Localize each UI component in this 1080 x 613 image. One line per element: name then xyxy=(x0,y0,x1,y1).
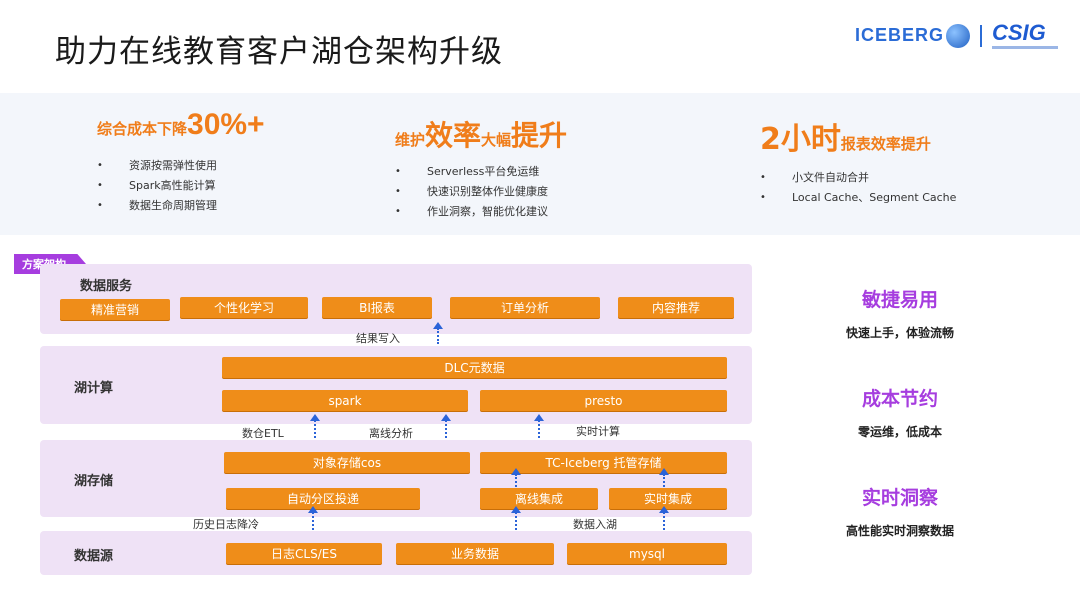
logo-divider xyxy=(980,24,982,47)
iceberg-logo: ICEBERG xyxy=(854,23,970,48)
arrow-up-icon xyxy=(511,468,521,487)
highlight-cost: 综合成本下降30%+ 资源按需弹性使用 Spark高性能计算 数据生命周期管理 xyxy=(97,108,265,216)
service-item: BI报表 xyxy=(322,297,432,318)
slide-title: 助力在线教育客户湖仓架构升级 xyxy=(55,34,503,70)
flow-label-ingest: 数据入湖 xyxy=(573,518,617,531)
list-item: Spark高性能计算 xyxy=(97,176,265,196)
service-item: 精准营销 xyxy=(60,299,170,320)
csig-logo: CSIG xyxy=(992,22,1058,49)
service-item: 订单分析 xyxy=(450,297,600,318)
highlight-efficiency-word-3: 大幅 xyxy=(481,131,512,149)
compute-presto-bar: presto xyxy=(480,390,727,411)
highlight-efficiency-list: Serverless平台免运维 快速识别整体作业健康度 作业洞察，智能优化建议 xyxy=(395,162,567,222)
csig-logo-tagline xyxy=(992,46,1058,49)
slide: 助力在线教育客户湖仓架构升级 ICEBERG CSIG 综合成本下降30%+ 资… xyxy=(0,0,1080,613)
globe-icon xyxy=(946,23,970,48)
source-item: 日志CLS/ES xyxy=(226,543,382,564)
panel-data-service-label: 数据服务 xyxy=(80,279,133,294)
benefit-insight: 实时洞察 高性能实时洞察数据 xyxy=(800,483,1000,539)
highlight-efficiency-heading: 维护效率大幅提升 xyxy=(395,114,567,154)
csig-logo-text: CSIG xyxy=(992,20,1046,45)
iceberg-logo-text: ICEBERG xyxy=(854,25,944,45)
highlight-report-list: 小文件自动合并 Local Cache、Segment Cache xyxy=(760,168,956,208)
service-item: 内容推荐 xyxy=(618,297,734,318)
benefit-title: 成本节约 xyxy=(861,388,938,410)
list-item: 小文件自动合并 xyxy=(760,168,956,188)
benefit-cost: 成本节约 零运维，低成本 xyxy=(800,384,1000,440)
benefit-agile: 敏捷易用 快速上手，体验流畅 xyxy=(800,285,1000,341)
flow-label-result: 结果写入 xyxy=(356,332,400,345)
highlight-cost-value: 30%+ xyxy=(187,108,265,141)
highlight-efficiency-word-4: 提升 xyxy=(511,119,568,152)
flow-label-realtime: 实时计算 xyxy=(576,425,620,438)
source-item: mysql xyxy=(567,543,727,564)
highlight-report-heading: 2小时报表效率提升 xyxy=(760,114,956,158)
flow-label-etl: 数仓ETL xyxy=(242,427,284,440)
list-item: 作业洞察，智能优化建议 xyxy=(395,202,567,222)
source-item: 业务数据 xyxy=(396,543,554,564)
benefit-title: 实时洞察 xyxy=(861,487,938,509)
service-item: 个性化学习 xyxy=(180,297,308,318)
storage-cos-bar: 对象存储cos xyxy=(224,452,470,473)
benefit-title: 敏捷易用 xyxy=(861,289,938,311)
highlight-report: 2小时报表效率提升 小文件自动合并 Local Cache、Segment Ca… xyxy=(760,114,956,208)
benefit-desc: 零运维，低成本 xyxy=(857,425,942,439)
panel-lake-compute-label: 湖计算 xyxy=(74,381,114,396)
highlight-cost-list: 资源按需弹性使用 Spark高性能计算 数据生命周期管理 xyxy=(97,156,265,216)
logo-area: ICEBERG CSIG xyxy=(855,22,1058,49)
list-item: 数据生命周期管理 xyxy=(97,196,265,216)
list-item: Serverless平台免运维 xyxy=(395,162,567,182)
flow-label-offline: 离线分析 xyxy=(369,427,413,440)
arrow-up-icon xyxy=(433,322,443,344)
compute-metadata-bar: DLC元数据 xyxy=(222,357,727,378)
highlight-efficiency-word-2: 效率 xyxy=(425,119,482,152)
arrow-up-icon xyxy=(534,414,544,438)
highlight-report-value: 2小时 xyxy=(760,122,841,157)
highlight-efficiency-word-1: 维护 xyxy=(395,131,426,149)
arrow-up-icon xyxy=(441,414,451,438)
highlight-cost-label: 综合成本下降 xyxy=(97,120,188,138)
highlight-cost-heading: 综合成本下降30%+ xyxy=(97,108,265,142)
storage-partition-bar: 自动分区投递 xyxy=(226,488,420,509)
list-item: 快速识别整体作业健康度 xyxy=(395,182,567,202)
compute-spark-bar: spark xyxy=(222,390,468,411)
list-item: Local Cache、Segment Cache xyxy=(760,188,956,208)
flow-label-archive: 历史日志降冷 xyxy=(193,518,259,531)
arrow-up-icon xyxy=(310,414,320,438)
highlight-report-label: 报表效率提升 xyxy=(840,135,931,153)
highlight-efficiency: 维护效率大幅提升 Serverless平台免运维 快速识别整体作业健康度 作业洞… xyxy=(395,114,567,222)
arrow-up-icon xyxy=(659,468,669,487)
panel-data-source-label: 数据源 xyxy=(74,549,114,564)
storage-offline-bar: 离线集成 xyxy=(480,488,598,509)
list-item: 资源按需弹性使用 xyxy=(97,156,265,176)
benefit-desc: 高性能实时洞察数据 xyxy=(845,524,954,538)
panel-lake-storage-label: 湖存储 xyxy=(74,474,114,489)
benefit-desc: 快速上手，体验流畅 xyxy=(845,326,954,340)
